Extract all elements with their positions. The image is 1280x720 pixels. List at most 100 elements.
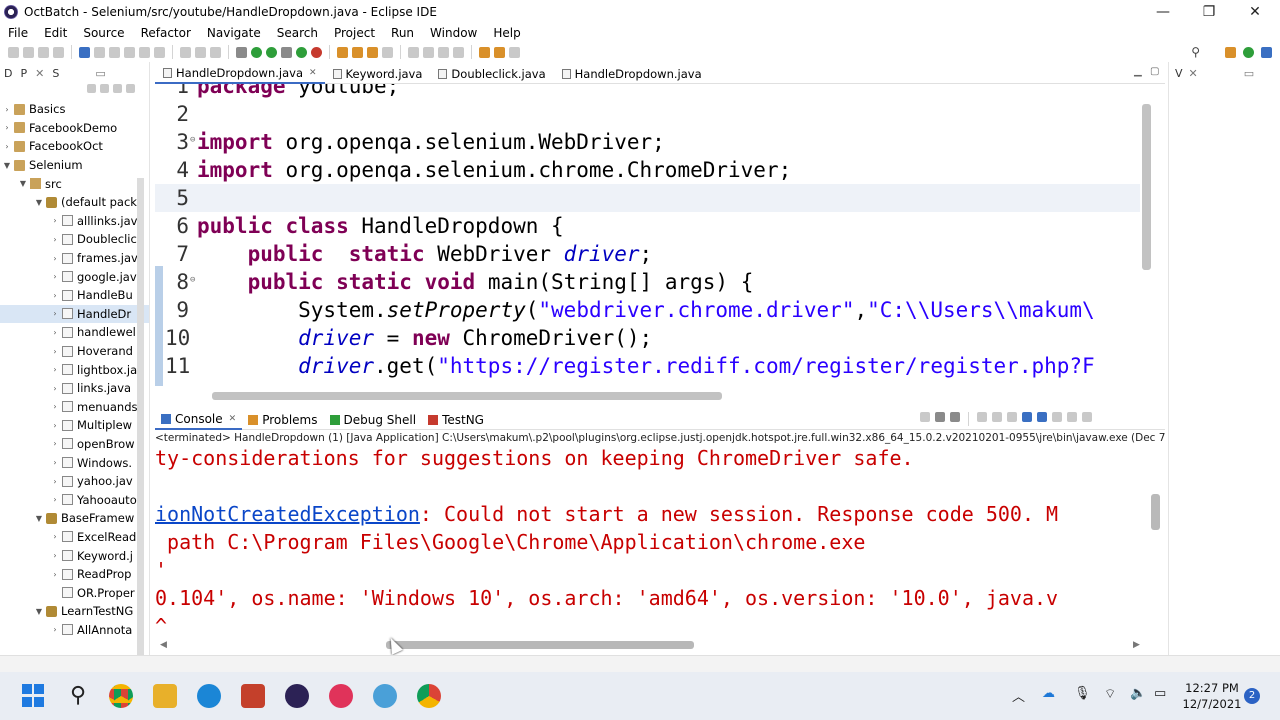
open-console-icon[interactable] (1082, 412, 1092, 422)
search-toolbar-icon[interactable] (408, 46, 419, 58)
skip-breakpoints-icon[interactable] (94, 46, 105, 58)
chevron-down-icon[interactable]: ▼ (34, 514, 44, 523)
tree-item[interactable]: › Basics (0, 100, 149, 119)
chevron-right-icon[interactable]: › (50, 570, 60, 579)
chevron-right-icon[interactable]: › (50, 216, 60, 225)
step-into-icon[interactable] (180, 46, 191, 58)
chevron-right-icon[interactable]: › (50, 328, 60, 337)
tree-item[interactable]: ▼ BaseFramew (0, 509, 149, 528)
clock[interactable]: 12:27 PM 12/7/2021 (1180, 680, 1244, 712)
chevron-right-icon[interactable]: › (50, 347, 60, 356)
step-return-icon[interactable] (210, 46, 221, 58)
close-icon[interactable]: ✕ (35, 67, 44, 80)
powerpoint-icon[interactable] (241, 684, 265, 708)
chevron-down-icon[interactable]: ▼ (18, 179, 28, 188)
pin-icon[interactable] (509, 46, 520, 58)
display-console-icon[interactable] (1067, 412, 1077, 422)
tree-item[interactable]: › Hoverand (0, 342, 149, 361)
console-tab[interactable]: Debug Shell (324, 410, 423, 430)
tab-v[interactable]: V (1175, 67, 1183, 80)
tree-item[interactable]: › Keyword.j (0, 546, 149, 565)
scroll-right-icon[interactable]: ▶ (1133, 640, 1140, 650)
screen-recorder-icon[interactable] (329, 684, 353, 708)
show-stdout-icon[interactable] (1022, 412, 1032, 422)
tree-item[interactable]: › Multiplew (0, 416, 149, 435)
tab-s[interactable]: S (52, 67, 59, 80)
windows-start-icon[interactable] (22, 684, 46, 708)
close-button[interactable]: ✕ (1232, 0, 1278, 24)
eclipse-taskbar-icon[interactable] (285, 684, 309, 708)
console-tab[interactable]: TestNG (422, 410, 490, 430)
chevron-right-icon[interactable]: › (50, 272, 60, 281)
fold-icon[interactable]: ⊖ (190, 128, 195, 152)
menu-source[interactable]: Source (75, 26, 132, 40)
minimize-icon[interactable]: ▭ (95, 67, 105, 80)
disconnect-icon[interactable] (154, 46, 165, 58)
tree-item[interactable]: › ExcelRead (0, 528, 149, 547)
wifi-icon[interactable]: ⌔ (1104, 686, 1116, 702)
chevron-right-icon[interactable]: › (50, 291, 60, 300)
print-icon[interactable] (53, 46, 64, 58)
chevron-right-icon[interactable]: › (50, 254, 60, 263)
tree-item[interactable]: › HandleBu (0, 286, 149, 305)
chevron-right-icon[interactable]: › (2, 142, 12, 151)
pin-console-icon[interactable] (1052, 412, 1062, 422)
perspective-icon[interactable] (1225, 47, 1236, 58)
clear-console-icon[interactable] (977, 412, 987, 422)
notification-badge[interactable]: 2 (1244, 688, 1260, 704)
tree-item[interactable]: › links.java (0, 379, 149, 398)
forward-icon[interactable] (494, 46, 505, 58)
file-explorer-icon[interactable] (153, 684, 177, 708)
tree-item[interactable]: › Yahooauto (0, 490, 149, 509)
close-icon[interactable]: ✕ (309, 68, 317, 78)
save-icon[interactable] (23, 46, 34, 58)
show-stderr-icon[interactable] (1037, 412, 1047, 422)
console-horizontal-scrollbar[interactable] (386, 641, 694, 649)
new-java-project-icon[interactable] (337, 46, 348, 58)
coverage-icon[interactable] (296, 46, 307, 58)
terminate-icon[interactable] (139, 46, 150, 58)
menu-run[interactable]: Run (383, 26, 422, 40)
chevron-right-icon[interactable]: › (2, 105, 12, 114)
editor-minimize-icon[interactable]: ▁ (1134, 66, 1142, 77)
tree-item[interactable]: › alllinks.jav (0, 212, 149, 231)
tree-item[interactable]: › FacebookDemo (0, 119, 149, 138)
menu-edit[interactable]: Edit (36, 26, 75, 40)
chevron-right-icon[interactable]: › (50, 235, 60, 244)
new-class-icon[interactable] (367, 46, 378, 58)
menu-search[interactable]: Search (269, 26, 326, 40)
debug-icon[interactable] (251, 46, 262, 58)
chevron-right-icon[interactable]: › (50, 384, 60, 393)
minimize-icon[interactable]: ▭ (1244, 67, 1254, 80)
collapse-all-icon[interactable] (87, 84, 96, 93)
terminate-icon[interactable] (920, 412, 930, 422)
menu-navigate[interactable]: Navigate (199, 26, 269, 40)
tree-item[interactable]: ▼ (default pack (0, 193, 149, 212)
build-icon[interactable] (236, 46, 247, 58)
tree-item[interactable]: ▼ Selenium (0, 156, 149, 175)
tree-item[interactable]: › google.jav (0, 267, 149, 286)
chevron-down-icon[interactable]: ▼ (2, 161, 12, 170)
close-icon[interactable]: ✕ (1189, 67, 1198, 80)
editor-tab[interactable]: Keyword.java (325, 64, 431, 84)
minimize-button[interactable]: — (1140, 0, 1186, 24)
chrome-icon[interactable] (109, 684, 133, 708)
remove-all-icon[interactable] (950, 412, 960, 422)
console-tab[interactable]: Problems (242, 410, 323, 430)
search-icon[interactable]: ⚲ (66, 684, 90, 708)
save-all-icon[interactable] (38, 46, 49, 58)
tree-item[interactable]: › Doubleclic (0, 230, 149, 249)
chevron-right-icon[interactable]: › (50, 625, 60, 634)
chevron-right-icon[interactable]: › (50, 421, 60, 430)
java-perspective-icon[interactable] (1243, 47, 1254, 58)
chevron-right-icon[interactable]: › (50, 458, 60, 467)
tree-item[interactable]: › frames.jav (0, 249, 149, 268)
tab-p[interactable]: P (20, 67, 27, 80)
debug-perspective-icon[interactable] (1261, 47, 1272, 58)
word-wrap-icon[interactable] (1007, 412, 1017, 422)
tree-item[interactable]: › yahoo.jav (0, 472, 149, 491)
chevron-right-icon[interactable]: › (50, 439, 60, 448)
onedrive-icon[interactable]: ☁ (1042, 686, 1055, 701)
chevron-right-icon[interactable]: › (50, 532, 60, 541)
chevron-right-icon[interactable]: › (50, 477, 60, 486)
